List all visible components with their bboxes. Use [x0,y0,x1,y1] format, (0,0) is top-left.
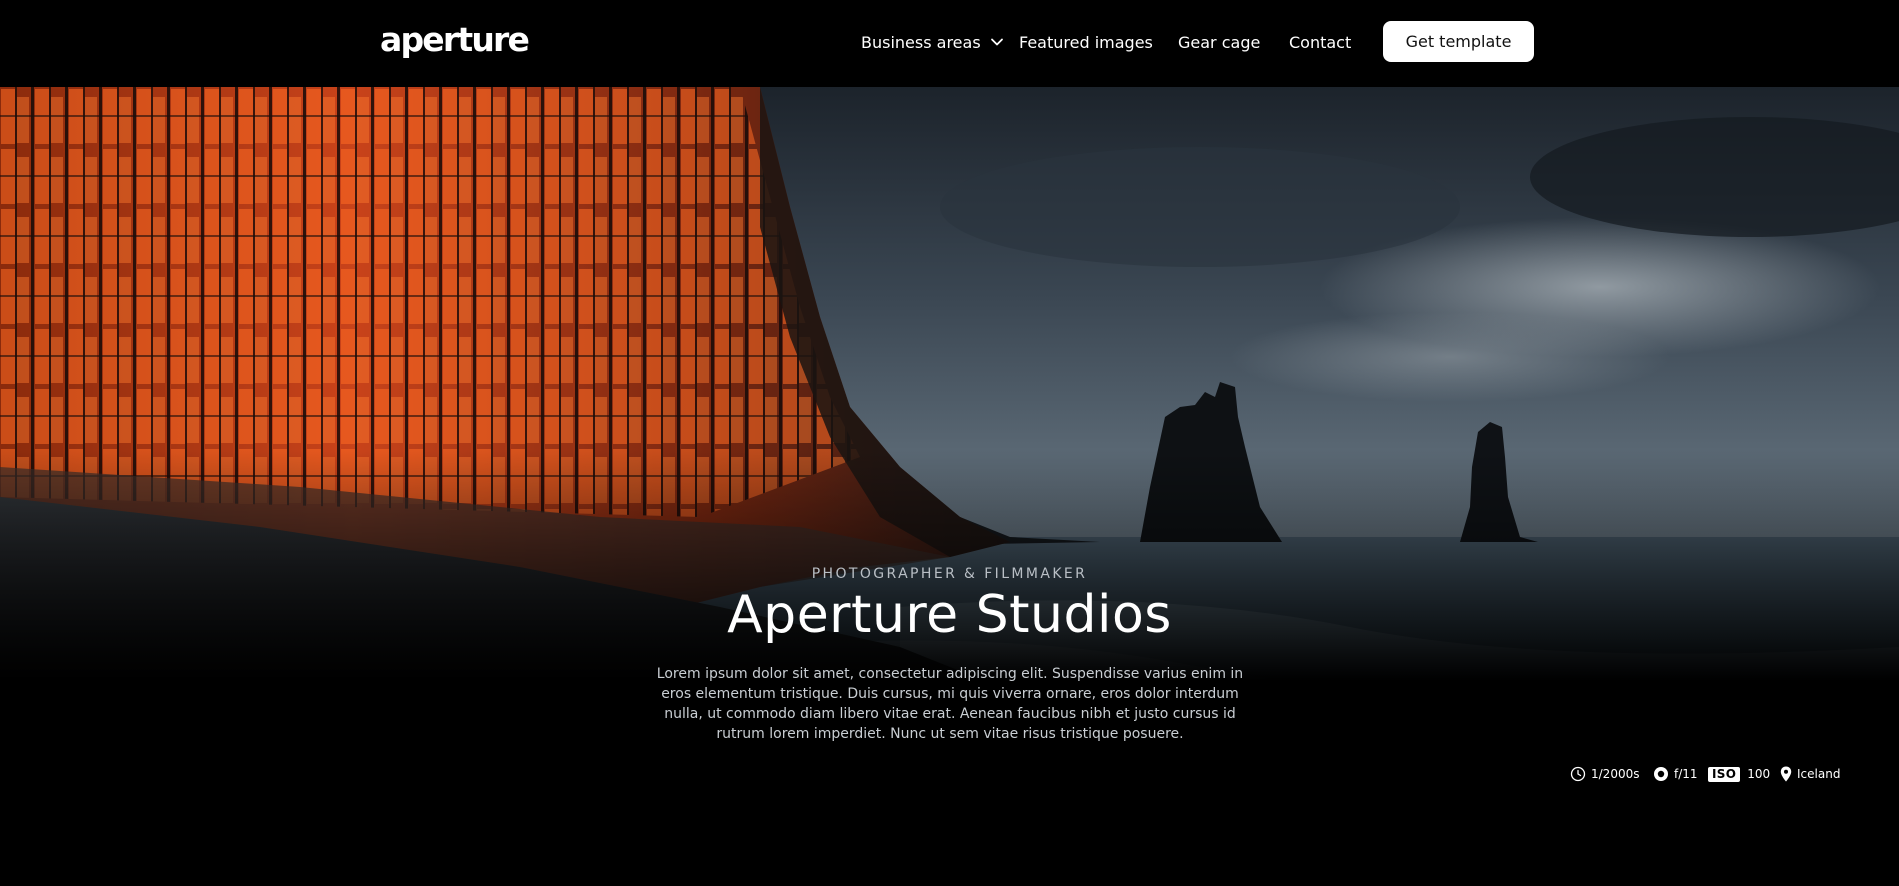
location-pin-icon [1780,766,1792,782]
nav-item-featured-images[interactable]: Featured images [1019,29,1153,55]
aperture-icon [1654,767,1668,781]
hero-background-image [0,87,1899,747]
exif-iso-value: 100 [1747,767,1771,781]
hero-description: Lorem ipsum dolor sit amet, consectetur … [656,666,1244,742]
iso-badge: ISO [1708,766,1741,782]
chevron-down-icon [990,38,1003,46]
top-navigation: aperture Business areas Featured images … [0,0,1899,87]
exif-iso: ISO 100 [1708,764,1770,784]
exif-location: Iceland [1780,764,1840,784]
hero-title: Aperture Studios [727,585,1172,645]
clock-icon [1570,766,1586,782]
site-logo[interactable]: aperture [380,20,530,60]
nav-item-label: Business areas [861,32,981,52]
get-template-button[interactable]: Get template [1383,21,1534,62]
nav-item-business-areas[interactable]: Business areas [861,29,1004,55]
exif-shutter-value: 1/2000s [1591,767,1640,781]
nav-item-label: Gear cage [1178,32,1261,52]
nav-item-label: Contact [1289,32,1352,52]
hero-eyebrow: PHOTOGRAPHER & FILMMAKER [811,566,1088,582]
exif-shutter: 1/2000s [1570,764,1639,784]
exif-aperture-value: f/11 [1674,767,1698,781]
nav-item-contact[interactable]: Contact [1289,29,1351,55]
nav-item-gear-cage[interactable]: Gear cage [1178,29,1260,55]
exif-aperture: f/11 [1653,764,1698,784]
nav-item-label: Featured images [1019,32,1153,52]
hero-section: PHOTOGRAPHER & FILMMAKER Aperture Studio… [0,87,1899,747]
exif-location-value: Iceland [1797,767,1841,781]
